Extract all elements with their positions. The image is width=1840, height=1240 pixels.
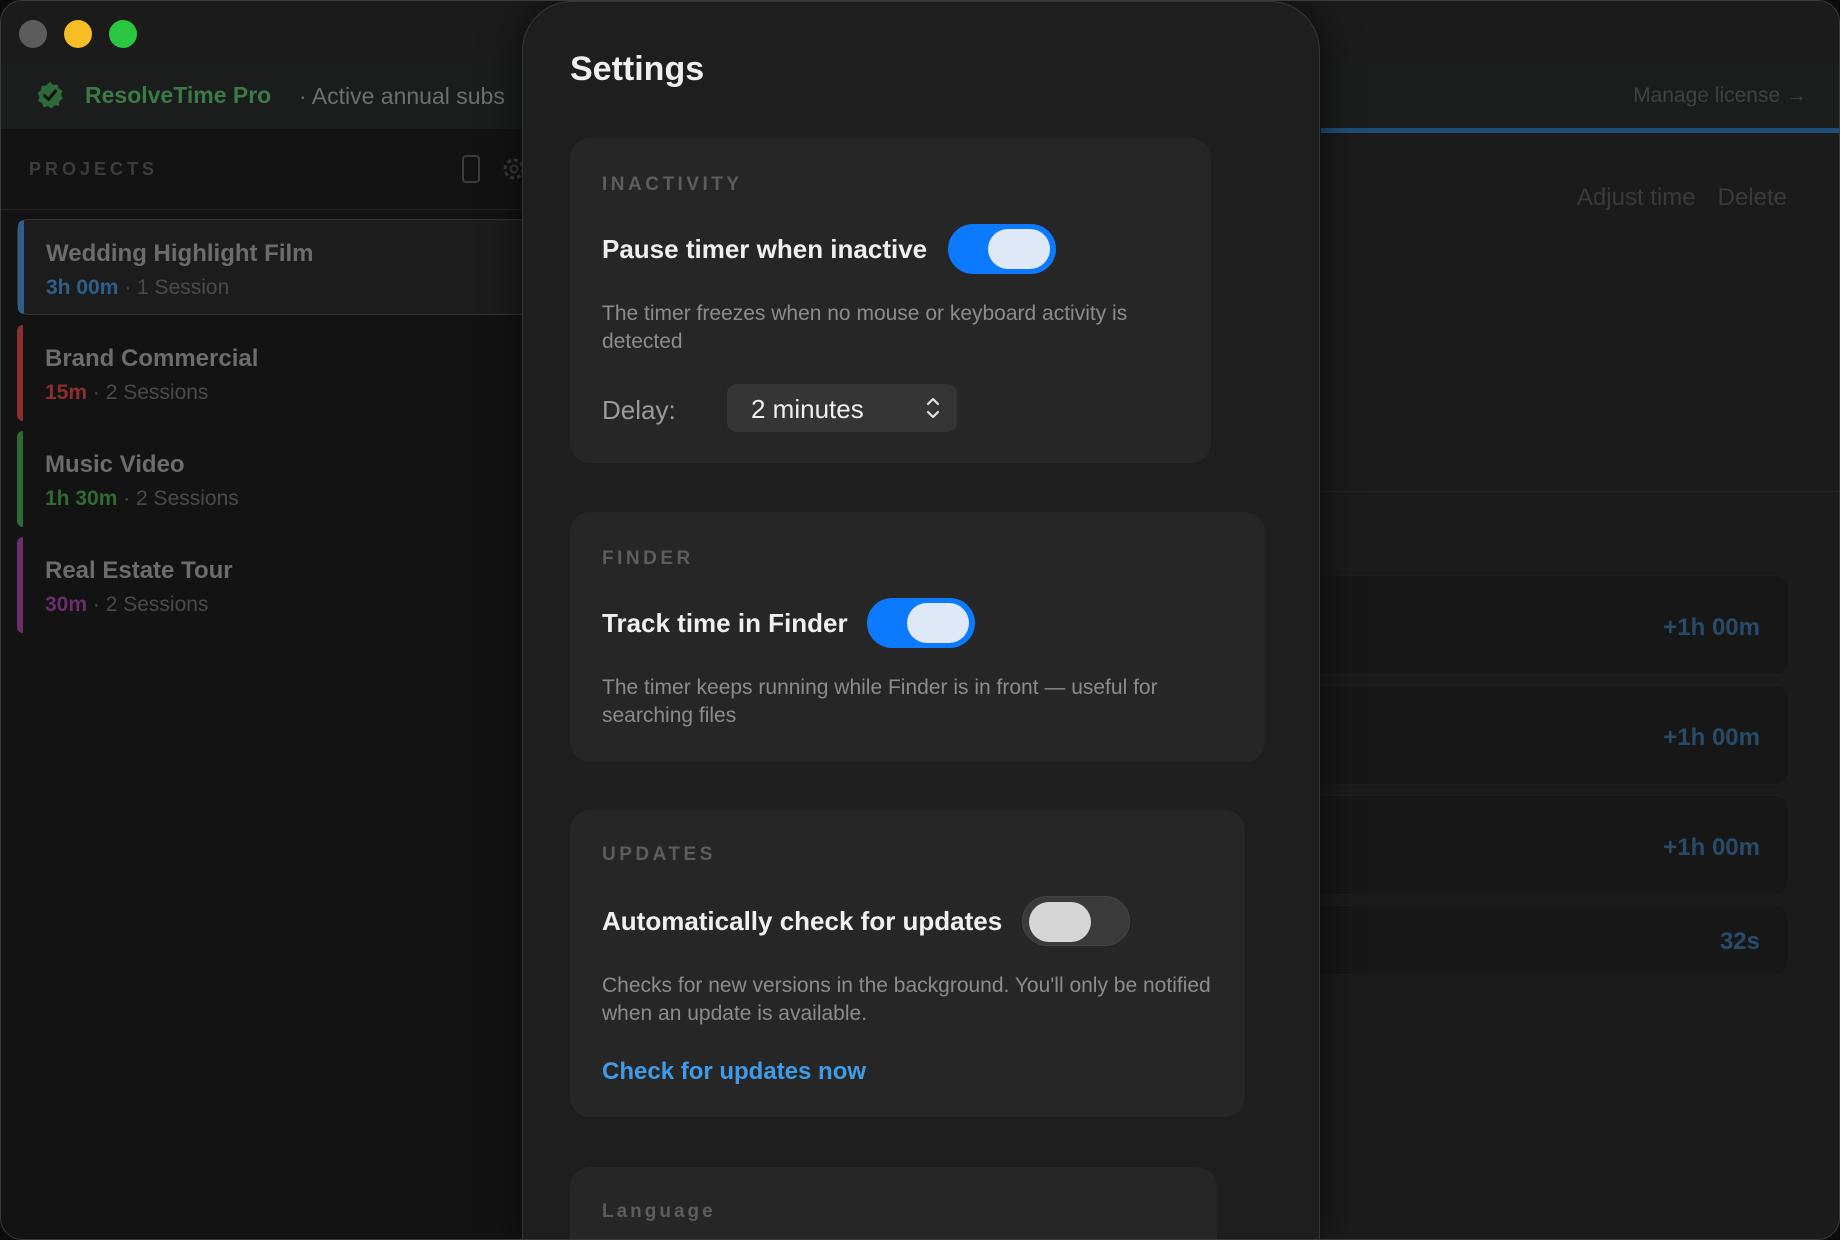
minimize-window-button[interactable] (64, 20, 92, 48)
pause-timer-toggle[interactable] (948, 224, 1056, 274)
subscription-status: · Active annual subs (299, 83, 505, 109)
inactivity-section-label: INACTIVITY (602, 174, 743, 195)
session-row[interactable]: 32s (1251, 905, 1789, 975)
project-meta: 1h 30m · 2 Sessions (45, 487, 239, 511)
session-row[interactable]: +1h 00m (1251, 795, 1789, 895)
track-finder-toggle[interactable] (867, 598, 975, 648)
session-duration: +1h 00m (1663, 724, 1760, 751)
chevron-up-down-icon (926, 397, 940, 419)
auto-update-label: Automatically check for updates (602, 906, 1003, 936)
maximize-window-button[interactable] (109, 20, 137, 48)
content-divider (1321, 491, 1839, 492)
project-sessions: · 2 Sessions (123, 487, 239, 510)
inactivity-description: The timer freezes when no mouse or keybo… (602, 302, 1128, 353)
project-color-stripe (17, 431, 23, 527)
finder-card: FINDER Track time in Finder The timer ke… (570, 512, 1265, 762)
project-duration: 3h 00m (46, 276, 119, 299)
project-color-stripe (17, 537, 23, 633)
inactivity-card: INACTIVITY Pause timer when inactive The… (570, 138, 1211, 463)
project-name: Real Estate Tour (45, 557, 233, 584)
projects-sidebar: PROJECTS Wedding Highlight Film 3h 00m ·… (1, 129, 537, 1239)
language-section-label: Language (602, 1201, 716, 1222)
close-window-button[interactable] (19, 20, 47, 48)
updates-description: Checks for new versions in the backgroun… (602, 974, 1211, 1025)
project-item-wedding-highlight-film[interactable]: Wedding Highlight Film 3h 00m · 1 Sessio… (17, 219, 537, 315)
project-item-brand-commercial[interactable]: Brand Commercial 15m · 2 Sessions (17, 325, 537, 421)
auto-update-toggle[interactable] (1022, 896, 1130, 946)
session-row[interactable]: +1h 00m (1251, 575, 1789, 675)
delay-select[interactable]: 2 minutes (727, 384, 957, 432)
toggle-knob (1029, 902, 1091, 942)
session-row[interactable]: +1h 00m (1251, 685, 1789, 785)
project-item-music-video[interactable]: Music Video 1h 30m · 2 Sessions (17, 431, 537, 527)
settings-title: Settings (570, 50, 705, 88)
project-duration: 15m (45, 381, 88, 404)
track-finder-label: Track time in Finder (602, 608, 848, 638)
project-sessions: · 2 Sessions (92, 593, 209, 616)
settings-sheet: Settings INACTIVITY Pause timer when ina… (522, 1, 1320, 1239)
project-meta: 3h 00m · 1 Session (46, 276, 229, 300)
app-window: ResolveTime Pro · Active annual subs Man… (0, 0, 1840, 1240)
sidebar-divider (1, 209, 523, 210)
language-card: Language (570, 1167, 1217, 1239)
project-name: Wedding Highlight Film (46, 240, 314, 267)
project-sessions: · 1 Session (124, 276, 230, 299)
verified-badge-icon (37, 82, 63, 109)
phone-icon[interactable] (461, 154, 481, 184)
updates-section-label: UPDATES (602, 844, 716, 865)
project-meta: 30m · 2 Sessions (45, 593, 208, 617)
project-color-stripe (17, 325, 23, 421)
project-actions: Adjust time Delete (1577, 184, 1787, 212)
session-duration: 32s (1719, 928, 1760, 955)
toggle-knob (988, 229, 1050, 269)
timer-progress-bar (1321, 128, 1839, 133)
toggle-knob (907, 603, 969, 643)
project-item-real-estate-tour[interactable]: Real Estate Tour 30m · 2 Sessions (17, 537, 537, 633)
manage-license-link[interactable]: Manage license → (1633, 84, 1807, 108)
traffic-lights (19, 20, 137, 48)
delay-select-value: 2 minutes (751, 394, 864, 424)
session-duration: +1h 00m (1663, 834, 1760, 861)
project-meta: 15m · 2 Sessions (45, 381, 208, 405)
pause-timer-label: Pause timer when inactive (602, 234, 928, 264)
app-name: ResolveTime Pro (85, 82, 272, 108)
session-duration: +1h 00m (1663, 614, 1760, 641)
finder-description: The timer keeps running while Finder is … (602, 676, 1158, 727)
sidebar-header: PROJECTS (29, 159, 159, 179)
check-updates-link[interactable]: Check for updates now (602, 1058, 866, 1086)
project-name: Brand Commercial (45, 345, 259, 372)
delete-button[interactable]: Delete (1718, 184, 1787, 212)
finder-section-label: FINDER (602, 548, 694, 569)
project-color-stripe (18, 220, 24, 314)
project-duration: 30m (45, 593, 88, 616)
delay-label: Delay: (602, 395, 676, 425)
project-duration: 1h 30m (45, 487, 118, 510)
project-name: Music Video (45, 451, 185, 478)
project-sessions: · 2 Sessions (92, 381, 209, 404)
adjust-time-button[interactable]: Adjust time (1577, 184, 1696, 212)
updates-card: UPDATES Automatically check for updates … (570, 810, 1245, 1117)
